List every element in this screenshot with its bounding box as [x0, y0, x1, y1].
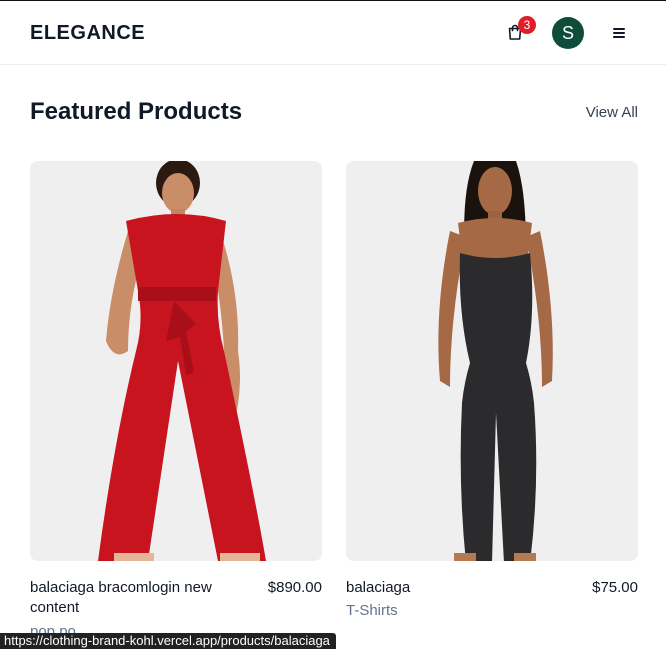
- view-all-link[interactable]: View All: [586, 104, 638, 121]
- user-avatar[interactable]: S: [552, 17, 584, 49]
- section-title: Featured Products: [30, 98, 243, 125]
- product-name[interactable]: balaciaga: [346, 578, 546, 598]
- brand-logo[interactable]: ELEGANCE: [30, 22, 145, 45]
- product-image[interactable]: [346, 161, 638, 561]
- cart-button[interactable]: 3: [507, 16, 536, 43]
- product-image[interactable]: [30, 161, 322, 561]
- product-category: T-Shirts: [346, 602, 398, 619]
- product-card[interactable]: balaciaga $75.00 T-Shirts: [346, 161, 638, 619]
- site-header: ELEGANCE 3 S: [0, 1, 666, 65]
- product-name[interactable]: balaciaga bracomlogin new content: [30, 578, 230, 618]
- product-price: $890.00: [267, 579, 322, 596]
- hamburger-menu-icon[interactable]: [612, 26, 628, 40]
- product-card[interactable]: balaciaga bracomlogin new content $890.0…: [30, 161, 322, 640]
- product-price: $75.00: [592, 579, 638, 596]
- browser-status-url: https://clothing-brand-kohl.vercel.app/p…: [0, 633, 336, 649]
- cart-count-badge: 3: [518, 16, 536, 34]
